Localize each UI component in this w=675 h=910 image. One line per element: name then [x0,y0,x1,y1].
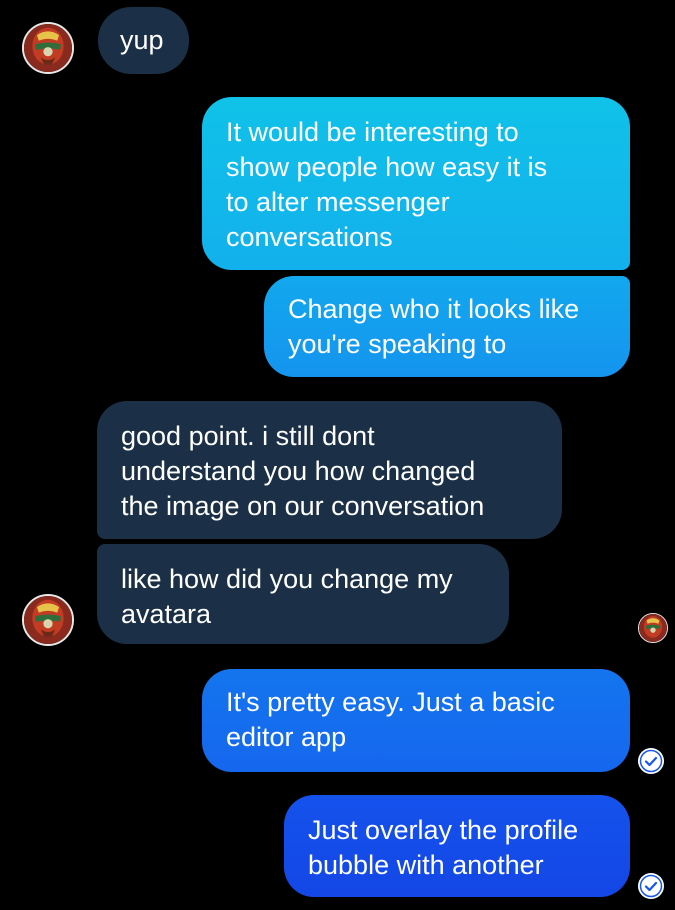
message-bubble-sent[interactable]: Change who it looks like you're speaking… [264,276,630,377]
delivered-check-icon [638,748,664,774]
message-bubble-sent[interactable]: It's pretty easy. Just a basic editor ap… [202,669,630,772]
seen-avatar [638,613,668,643]
message-bubble-sent[interactable]: Just overlay the profile bubble with ano… [284,795,630,897]
hot-air-balloon-icon [24,596,72,644]
message-bubble-received[interactable]: yup [98,7,189,74]
message-bubble-sent[interactable]: It would be interesting to show people h… [202,97,630,270]
message-bubble-received[interactable]: good point. i still dont understand you … [97,401,562,539]
hot-air-balloon-icon [639,614,667,642]
contact-avatar[interactable] [22,22,74,74]
message-bubble-received[interactable]: like how did you change my avatara [97,544,509,644]
delivered-check-icon [638,873,664,899]
hot-air-balloon-icon [24,24,72,72]
contact-avatar[interactable] [22,594,74,646]
